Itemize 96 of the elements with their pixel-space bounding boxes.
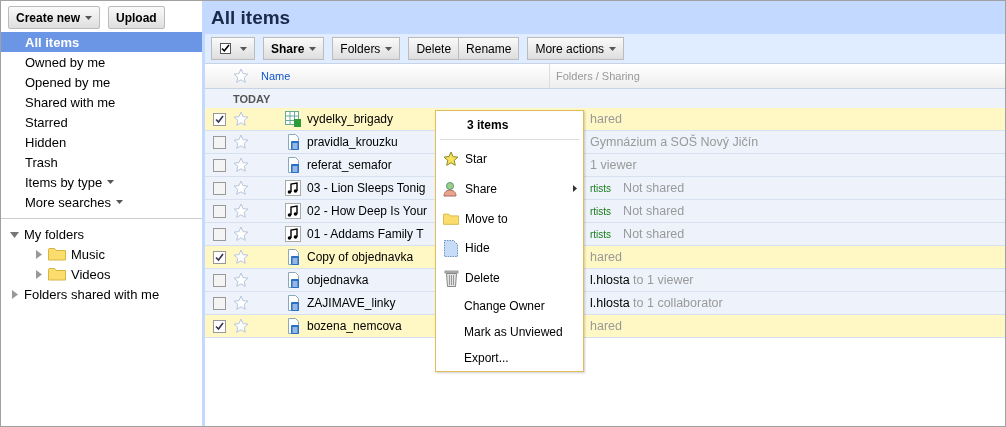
spreadsheet-icon: [285, 111, 301, 127]
sidebar-item[interactable]: Items by type: [1, 172, 202, 192]
document-icon: [285, 157, 301, 173]
sidebar-item[interactable]: Owned by me: [1, 52, 202, 72]
file-name[interactable]: 01 - Addams Family T: [307, 227, 424, 241]
trash-icon: [443, 269, 459, 288]
menu-item[interactable]: Export...: [436, 345, 583, 371]
folder-tag[interactable]: rtists: [590, 228, 612, 240]
caret-icon: [240, 46, 247, 51]
star-icon[interactable]: [233, 157, 249, 173]
file-name[interactable]: referat_semafor: [307, 158, 392, 172]
column-header[interactable]: Name: [257, 64, 550, 88]
document-icon: [285, 134, 301, 150]
sidebar-item[interactable]: Trash: [1, 152, 202, 172]
menu-item[interactable]: Star: [436, 143, 583, 174]
star-icon[interactable]: [233, 180, 249, 196]
folder-icon: [48, 247, 66, 261]
checkbox[interactable]: [213, 296, 226, 310]
star-icon[interactable]: [233, 295, 249, 311]
expanded-arrow-icon[interactable]: [10, 229, 19, 239]
folder-label[interactable]: My folders: [24, 226, 84, 242]
folder-icon: [443, 211, 459, 226]
checkbox[interactable]: [213, 273, 226, 287]
toolbar-button[interactable]: Folders: [332, 37, 401, 60]
file-name[interactable]: 02 - How Deep Is Your: [307, 204, 428, 218]
star-column-icon[interactable]: [233, 68, 249, 84]
document-icon: [285, 249, 301, 265]
menu-item[interactable]: Change Owner: [436, 293, 583, 320]
toolbar-button[interactable]: Upload: [108, 6, 165, 29]
checkbox[interactable]: [213, 135, 226, 149]
file-name[interactable]: pravidla_krouzku: [307, 135, 398, 149]
music-note-icon: [285, 180, 301, 196]
collapsed-arrow-icon[interactable]: [10, 289, 19, 299]
file-name[interactable]: objednavka: [307, 273, 369, 287]
person-icon: [443, 180, 459, 197]
checkbox[interactable]: [213, 250, 226, 264]
sidebar-item[interactable]: Opened by me: [1, 72, 202, 92]
folder-label[interactable]: Videos: [71, 266, 111, 282]
folder-tag[interactable]: rtists: [590, 205, 612, 217]
star-icon[interactable]: [233, 318, 249, 334]
file-name[interactable]: bozena_nemcova: [307, 319, 402, 333]
toolbar-button[interactable]: Rename: [459, 37, 520, 60]
sharing-text: l.hlosta to 1 collaborator: [590, 296, 723, 310]
sharing-text: 1 viewer: [590, 158, 637, 172]
music-note-icon: [285, 203, 301, 219]
sharing-text: Not shared: [623, 181, 685, 195]
sharing-text: hared: [590, 112, 622, 126]
file-name[interactable]: ZAJIMAVE_linky: [307, 296, 396, 310]
sharing-text: Not shared: [623, 227, 685, 241]
music-note-icon: [285, 226, 301, 242]
file-name[interactable]: Copy of objednavka: [307, 250, 414, 264]
sharing-text: hared: [590, 250, 622, 264]
sharing-text: l.hlosta to 1 viewer: [590, 273, 694, 287]
file-name[interactable]: 03 - Lion Sleeps Tonig: [307, 181, 426, 195]
page-icon: [444, 239, 458, 257]
menu-item[interactable]: Mark as Unviewed: [436, 319, 583, 346]
file-name[interactable]: vydelky_brigady: [307, 112, 394, 126]
toolbar-button[interactable]: More actions: [527, 37, 625, 60]
toolbar-button[interactable]: Create new: [8, 6, 101, 29]
checkbox[interactable]: [213, 204, 226, 218]
star-icon: [443, 150, 459, 167]
sidebar-item[interactable]: Shared with me: [1, 92, 202, 112]
toolbar-button[interactable]: Share: [263, 37, 325, 60]
menu-item[interactable]: Hide: [436, 233, 583, 264]
select-menu-button[interactable]: [211, 37, 255, 60]
star-icon[interactable]: [233, 272, 249, 288]
sharing-text: Not shared: [623, 204, 685, 218]
checkbox[interactable]: [213, 112, 226, 126]
menu-title: 3 items: [440, 111, 579, 140]
star-icon[interactable]: [233, 203, 249, 219]
folder-tag[interactable]: rtists: [590, 182, 612, 194]
document-icon: [285, 272, 301, 288]
folder-label[interactable]: Music: [71, 246, 105, 262]
folder-label[interactable]: Folders shared with me: [24, 286, 160, 302]
folder-icon: [48, 267, 66, 281]
star-icon[interactable]: [233, 249, 249, 265]
menu-item[interactable]: Move to: [436, 203, 583, 234]
toolbar-button[interactable]: Delete: [408, 37, 460, 60]
menu-item[interactable]: Share: [436, 173, 583, 204]
sidebar-item[interactable]: Hidden: [1, 132, 202, 152]
sidebar-item[interactable]: More searches: [1, 192, 202, 212]
star-icon[interactable]: [233, 111, 249, 127]
document-icon: [285, 318, 301, 334]
sharing-text: hared: [590, 319, 622, 333]
star-icon[interactable]: [233, 226, 249, 242]
sidebar-item[interactable]: Starred: [1, 112, 202, 132]
checkbox[interactable]: [213, 158, 226, 172]
document-icon: [285, 295, 301, 311]
checkbox[interactable]: [213, 227, 226, 241]
star-icon[interactable]: [233, 134, 249, 150]
checkbox[interactable]: [213, 319, 226, 333]
group-label: TODAY: [205, 89, 1005, 108]
menu-item[interactable]: Delete: [436, 263, 583, 294]
page-title: All items: [205, 1, 1005, 34]
checkbox[interactable]: [213, 181, 226, 195]
sharing-text: Gymnázium a SOŠ Nový Jičín: [590, 135, 759, 149]
